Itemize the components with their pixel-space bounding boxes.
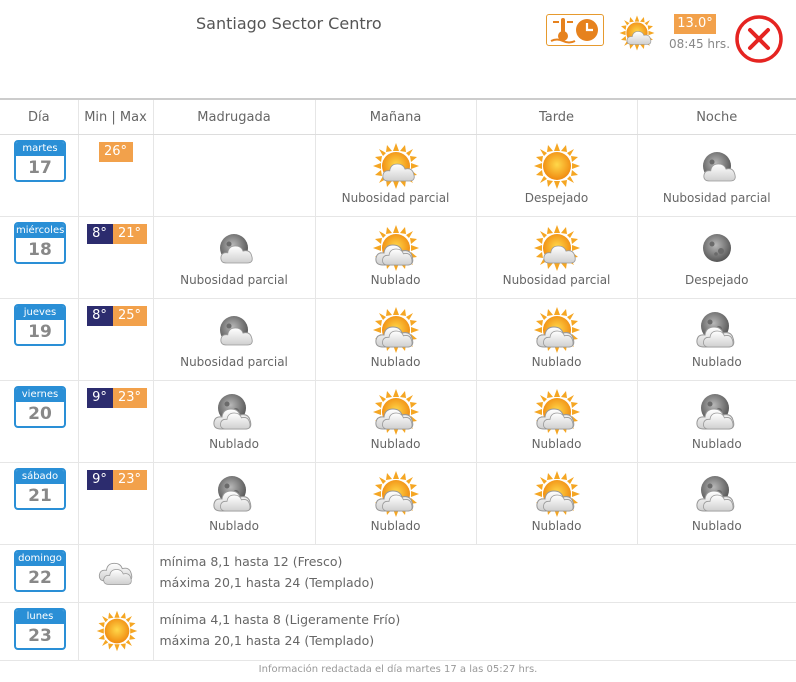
cloudy-day-icon [532, 469, 582, 519]
temp-range: 8° 25° [86, 306, 147, 326]
summary-text: mínima 8,1 hasta 12 (Fresco) máxima 20,1… [152, 544, 796, 603]
day-badge: lunes 23 [14, 608, 66, 650]
slot-manana: Nublado [314, 380, 476, 463]
forecast-table: Día Min | Max Madrugada Mañana Tarde Noc… [0, 98, 796, 661]
history-button[interactable] [546, 14, 604, 46]
slot-noche: Nubosidad parcial [636, 134, 796, 217]
slot-tarde: Nublado [475, 462, 637, 545]
table-row: sábado 21 9° 23° Nublado Nublado Nublado N… [0, 462, 796, 545]
slot-manana: Nublado [314, 298, 476, 381]
max-temp: 23° [112, 388, 147, 408]
day-badge: martes 17 [14, 140, 66, 182]
summary-max: máxima 20,1 hasta 24 (Templado) [159, 633, 375, 648]
partly-cloudy-icon [618, 14, 656, 52]
header-day: Día [0, 98, 78, 135]
slot-manana: Nublado [314, 216, 476, 299]
slot-noche: Despejado [636, 216, 796, 299]
partly-cloudy-day-icon [371, 141, 421, 191]
table-row: domingo 22 mínima 8,1 hasta 12 (Fresco) m… [0, 544, 796, 603]
slot-madrugada: Nubosidad parcial [152, 216, 315, 299]
min-temp: 9° [86, 388, 113, 408]
header-minmax: Min | Max [77, 98, 153, 135]
min-temp: 8° [86, 224, 113, 244]
cloudy-day-icon [532, 387, 582, 437]
summary-max: máxima 20,1 hasta 24 (Templado) [159, 575, 375, 590]
table-row: martes 17 26° Nubosidad parcial Despejado… [0, 134, 796, 217]
thermometer-clock-icon [550, 18, 598, 44]
slot-madrugada: Nublado [152, 462, 315, 545]
slot-noche: Nublado [636, 462, 796, 545]
temp-range: 9° 23° [86, 470, 147, 490]
slot-noche: Nublado [636, 298, 796, 381]
max-temp: 21° [112, 224, 147, 244]
partly-cloudy-night-icon [209, 223, 259, 273]
table-row: lunes 23 mínima 4,1 hasta 8 (Ligeramente … [0, 602, 796, 661]
cloudy-day-icon [371, 387, 421, 437]
header-manana: Mañana [314, 98, 476, 135]
temp-range: 9° 23° [86, 388, 147, 408]
table-header: Día Min | Max Madrugada Mañana Tarde Noc… [0, 98, 796, 135]
day-badge: sábado 21 [14, 468, 66, 510]
header: Santiago Sector Centro 13.0° 08:45 hrs. [0, 0, 796, 98]
cloudy-night-icon [692, 387, 742, 437]
cloudy-day-icon [371, 223, 421, 273]
cloudy-night-icon [692, 469, 742, 519]
max-temp: 26° [98, 142, 133, 162]
close-icon[interactable] [734, 14, 784, 64]
temp-range: 8° 21° [86, 224, 147, 244]
min-temp: 8° [86, 306, 113, 326]
slot-madrugada: Nubosidad parcial [152, 298, 315, 381]
table-row: jueves 19 8° 25° Nubosidad parcial Nublado… [0, 298, 796, 381]
day-badge: domingo 22 [14, 550, 66, 592]
slot-tarde: Nubosidad parcial [475, 216, 637, 299]
footer-note: Información redactada el día martes 17 a… [258, 664, 538, 675]
table-row: viernes 20 9° 23° Nublado Nublado Nublado … [0, 380, 796, 463]
day-badge: miércoles 18 [14, 222, 66, 264]
cloudy-night-icon [692, 305, 742, 355]
table-row: miércoles 18 8° 21° Nubosidad parcial Nubl… [0, 216, 796, 299]
header-madrugada: Madrugada [152, 98, 315, 135]
cloudy-day-icon [371, 305, 421, 355]
partly-cloudy-day-icon [532, 223, 582, 273]
cloudy-icon [98, 562, 132, 585]
location-title: Santiago Sector Centro [196, 14, 382, 33]
max-temp: 23° [112, 470, 147, 490]
temp-range: 26° [98, 142, 133, 162]
current-time: 08:45 hrs. [669, 37, 731, 51]
sun-icon [533, 143, 580, 189]
header-tarde: Tarde [475, 98, 637, 135]
cloudy-day-icon [371, 469, 421, 519]
cloudy-day-icon [532, 305, 582, 355]
current-temperature: 13.0° [674, 14, 716, 34]
slot-manana: Nublado [314, 462, 476, 545]
sun-icon [96, 610, 137, 652]
day-badge: viernes 20 [14, 386, 66, 428]
slot-tarde: Nublado [475, 298, 637, 381]
slot-madrugada: Nublado [152, 380, 315, 463]
slot-madrugada [152, 134, 315, 217]
moon-icon [702, 234, 731, 262]
summary-min: mínima 8,1 hasta 12 (Fresco) [159, 554, 343, 569]
summary-text: mínima 4,1 hasta 8 (Ligeramente Frío) má… [152, 602, 796, 661]
header-noche: Noche [636, 98, 796, 135]
cloudy-night-icon [209, 469, 259, 519]
min-temp: 9° [86, 470, 113, 490]
cloudy-night-icon [209, 387, 259, 437]
partly-cloudy-night-icon [209, 305, 259, 355]
slot-tarde: Despejado [475, 134, 637, 217]
slot-noche: Nublado [636, 380, 796, 463]
max-temp: 25° [112, 306, 147, 326]
day-badge: jueves 19 [14, 304, 66, 346]
partly-cloudy-night-icon [692, 141, 742, 191]
summary-min: mínima 4,1 hasta 8 (Ligeramente Frío) [159, 612, 401, 627]
slot-tarde: Nublado [475, 380, 637, 463]
slot-manana: Nubosidad parcial [314, 134, 476, 217]
